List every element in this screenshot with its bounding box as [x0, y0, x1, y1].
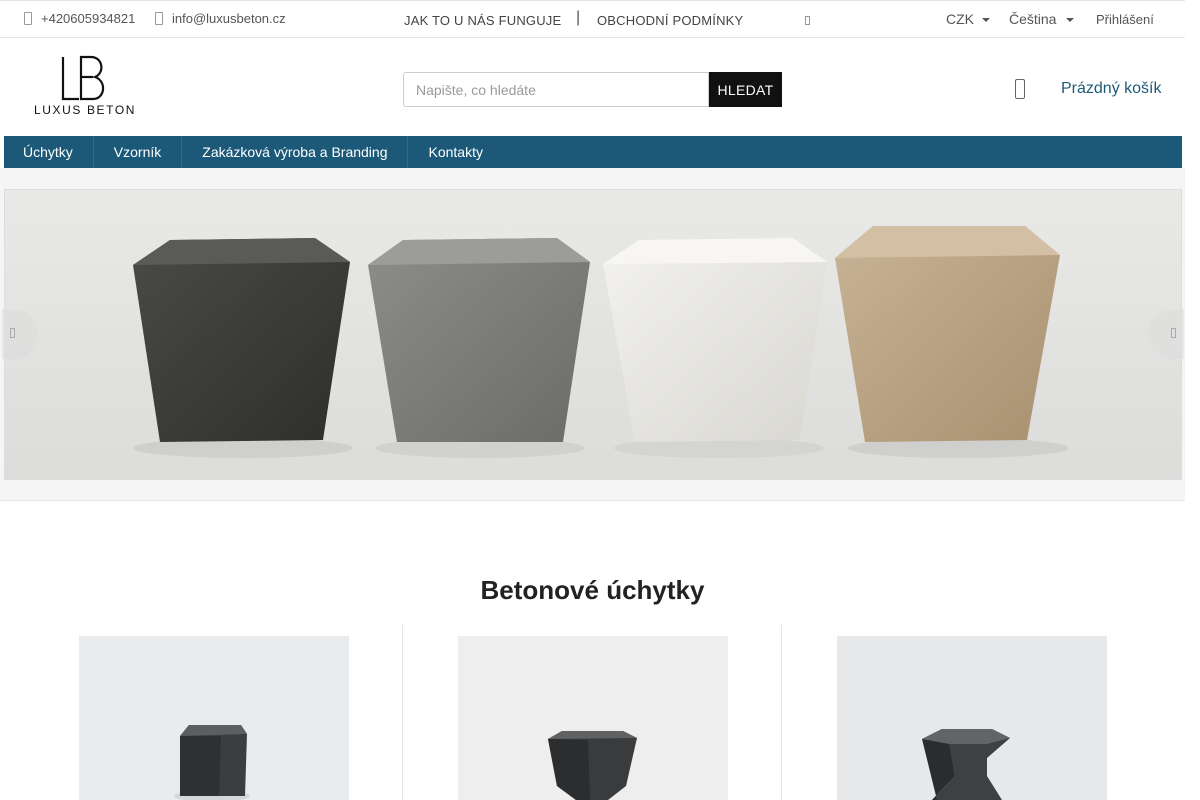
cart-label[interactable]: Prázdný košík [1061, 80, 1161, 98]
main-nav: Úchytky Vzorník Zakázková výroba a Brand… [4, 136, 1182, 168]
envelope-icon [155, 12, 163, 25]
product-image-trapezoid [458, 636, 728, 800]
carousel-slide[interactable] [4, 189, 1182, 480]
nav-item-contacts[interactable]: Kontakty [408, 136, 502, 168]
logo[interactable]: LUXUS BETON [30, 55, 136, 121]
section-title: Betonové úchytky [480, 575, 705, 605]
card-divider [402, 625, 403, 800]
logo-text: LUXUS BETON [34, 103, 137, 117]
how-it-works-link[interactable]: JAK TO U NÁS FUNGUJE [404, 13, 561, 28]
product-card-trapezoid[interactable] [458, 636, 728, 800]
language-value: Čeština [1009, 11, 1057, 27]
email-contact[interactable]: info@luxusbeton.cz [155, 11, 286, 26]
chevron-down-icon [1066, 18, 1075, 22]
chevron-right-icon [1171, 328, 1176, 338]
product-image-twist [837, 636, 1107, 800]
chevron-down-icon [982, 18, 990, 22]
product-card-cube[interactable] [79, 636, 349, 800]
email-address[interactable]: info@luxusbeton.cz [172, 11, 286, 26]
link-separator: | [576, 9, 581, 26]
logo-mark-icon [61, 55, 105, 101]
currency-dropdown[interactable]: CZK [946, 11, 990, 27]
product-image-cube [79, 636, 349, 800]
cart-icon[interactable] [1015, 79, 1025, 99]
phone-contact[interactable]: +420605934821 [24, 11, 135, 26]
terms-link[interactable]: OBCHODNÍ PODMÍNKY [597, 13, 743, 28]
placeholder-icon [805, 16, 810, 25]
search-form: HLEDAT [403, 72, 782, 107]
card-divider [781, 625, 782, 800]
nav-item-custom-production[interactable]: Zakázková výroba a Branding [182, 136, 409, 168]
product-card-twist[interactable] [837, 636, 1107, 800]
top-bar: +420605934821 info@luxusbeton.cz JAK TO … [0, 0, 1185, 38]
login-link[interactable]: Přihlášení [1096, 12, 1154, 27]
currency-value: CZK [946, 11, 974, 27]
nav-item-handles[interactable]: Úchytky [4, 136, 94, 168]
phone-icon [24, 12, 32, 25]
concrete-knobs-image [133, 226, 1068, 458]
phone-number[interactable]: +420605934821 [41, 11, 135, 26]
search-button[interactable]: HLEDAT [709, 72, 782, 107]
language-dropdown[interactable]: Čeština [1009, 11, 1075, 27]
chevron-left-icon [10, 328, 15, 338]
search-input[interactable] [403, 72, 709, 107]
nav-item-samples[interactable]: Vzorník [94, 136, 183, 168]
carousel [0, 168, 1185, 501]
